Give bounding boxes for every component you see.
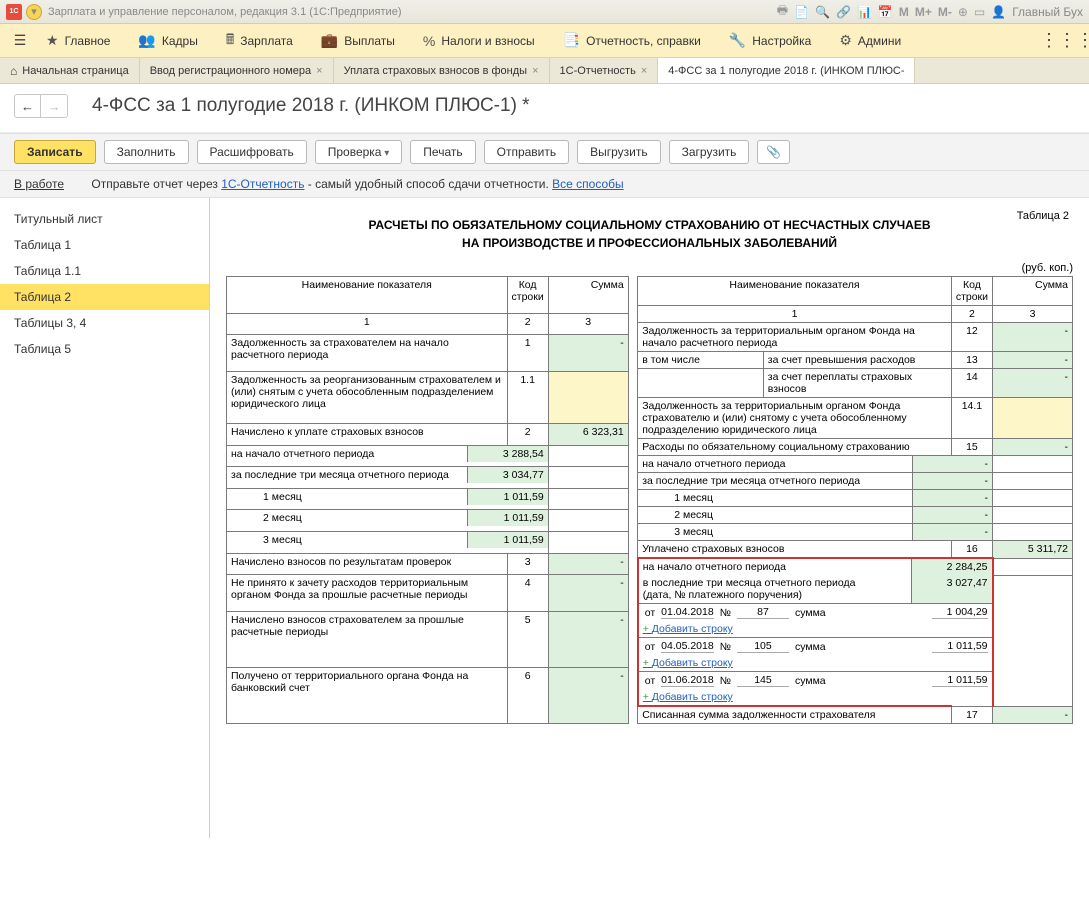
send-button[interactable]: Отправить [484, 140, 570, 164]
search-icon[interactable]: 🔍 [815, 5, 830, 19]
tab-regnum[interactable]: Ввод регистрационного номера× [140, 58, 334, 83]
add-row-link[interactable]: Добавить строку [643, 623, 733, 635]
zoom-icon[interactable]: ⊕ [958, 5, 968, 19]
payment-row-3[interactable]: от01.06.2018№145сумма1 011,59 [643, 674, 988, 687]
link-1c-otchet[interactable]: 1С-Отчетность [221, 177, 304, 191]
sidebar-item-title[interactable]: Титульный лист [0, 206, 209, 232]
check-button[interactable]: Проверка [315, 140, 403, 164]
report-icon: 📑 [563, 32, 580, 49]
tab-4fss[interactable]: 4-ФСС за 1 полугодие 2018 г. (ИНКОМ ПЛЮС… [658, 58, 915, 83]
status-bar: В работе Отправьте отчет через 1С-Отчетн… [0, 171, 1089, 198]
wallet-icon: 💼 [321, 32, 338, 49]
tab-uplata[interactable]: Уплата страховых взносов в фонды× [334, 58, 550, 83]
sidebar-item-t34[interactable]: Таблицы 3, 4 [0, 310, 209, 336]
calendar-icon[interactable]: 📅 [878, 5, 893, 19]
hamburger-icon[interactable]: ☰ [8, 32, 32, 49]
add-row-link[interactable]: Добавить строку [643, 691, 733, 703]
status-label[interactable]: В работе [14, 177, 64, 191]
gear-icon: ⚙ [839, 32, 852, 49]
user-name[interactable]: Главный Бух [1012, 5, 1083, 19]
table-label: Таблица 2 [1017, 210, 1069, 222]
title-bar: 1C ▾ Зарплата и управление персоналом, р… [0, 0, 1089, 24]
percent-icon: % [423, 33, 435, 49]
sidebar-item-t2[interactable]: Таблица 2 [0, 284, 209, 310]
calc-icon[interactable]: 📊 [857, 5, 872, 19]
m-icon[interactable]: M [899, 5, 909, 19]
menu-zarplata[interactable]: 🖩Зарплата [212, 29, 307, 53]
apps-icon[interactable]: ⋮⋮⋮ [1053, 27, 1081, 55]
report-body: Таблица 2 РАСЧЕТЫ ПО ОБЯЗАТЕЛЬНОМУ СОЦИА… [210, 198, 1089, 838]
m-minus-icon[interactable]: M- [938, 5, 952, 19]
star-icon: ★ [46, 32, 59, 49]
home-icon: ⌂ [10, 64, 17, 78]
content: Титульный лист Таблица 1 Таблица 1.1 Таб… [0, 198, 1089, 838]
back-button[interactable]: ← [15, 95, 41, 117]
close-icon[interactable]: × [316, 65, 322, 77]
left-table: Наименование показателяКод строкиСумма 1… [226, 276, 629, 724]
menu-kadry[interactable]: 👥Кадры [124, 32, 211, 49]
forward-button[interactable]: → [41, 95, 67, 117]
import-button[interactable]: Загрузить [669, 140, 750, 164]
menu-vyplaty[interactable]: 💼Выплаты [307, 32, 409, 49]
m-plus-icon[interactable]: M+ [915, 5, 932, 19]
close-icon[interactable]: × [532, 65, 538, 77]
decode-button[interactable]: Расшифровать [197, 140, 307, 164]
print-icon[interactable]: 🖶 [777, 1, 788, 22]
doc-icon[interactable]: 📄 [794, 5, 809, 19]
sidebar-item-t1[interactable]: Таблица 1 [0, 232, 209, 258]
user-icon[interactable]: 👤 [991, 5, 1006, 19]
report-sidebar: Титульный лист Таблица 1 Таблица 1.1 Таб… [0, 198, 210, 838]
menu-main[interactable]: ★Главное [32, 32, 124, 49]
nav-arrows: ← → [14, 94, 68, 118]
right-table: Наименование показателяКод строкиСумма 1… [637, 276, 1073, 724]
main-menu: ☰ ★Главное 👥Кадры 🖩Зарплата 💼Выплаты %На… [0, 24, 1089, 58]
sidebar-item-t11[interactable]: Таблица 1.1 [0, 258, 209, 284]
link-all-ways[interactable]: Все способы [552, 177, 624, 191]
calc-icon: 🖩 [226, 29, 234, 53]
menu-otchet[interactable]: 📑Отчетность, справки [549, 32, 715, 49]
attach-button[interactable]: 📎 [757, 140, 790, 164]
add-row-link[interactable]: Добавить строку [643, 657, 733, 669]
tab-1c-otchet[interactable]: 1С-Отчетность× [550, 58, 659, 83]
report-title: РАСЧЕТЫ ПО ОБЯЗАТЕЛЬНОМУ СОЦИАЛЬНОМУ СТР… [226, 216, 1073, 252]
tab-home[interactable]: ⌂Начальная страница [0, 58, 140, 83]
tabs-bar: ⌂Начальная страница Ввод регистрационног… [0, 58, 1089, 84]
print-button[interactable]: Печать [410, 140, 475, 164]
menu-nalogi[interactable]: %Налоги и взносы [409, 33, 549, 49]
panel-icon[interactable]: ▭ [974, 5, 985, 19]
wrench-icon: 🔧 [729, 32, 746, 49]
dropdown-icon[interactable]: ▾ [26, 4, 42, 20]
link-icon[interactable]: 🔗 [836, 5, 851, 19]
write-button[interactable]: Записать [14, 140, 96, 164]
payment-row-1[interactable]: от01.04.2018№87сумма1 004,29 [643, 606, 988, 619]
page-title: 4-ФСС за 1 полугодие 2018 г. (ИНКОМ ПЛЮС… [92, 95, 530, 117]
status-text: Отправьте отчет через 1С-Отчетность - са… [91, 177, 623, 191]
close-icon[interactable]: × [641, 65, 647, 77]
app-title: Зарплата и управление персоналом, редакц… [48, 6, 401, 18]
command-bar: Записать Заполнить Расшифровать Проверка… [0, 133, 1089, 171]
page-header: ← → 4-ФСС за 1 полугодие 2018 г. (ИНКОМ … [0, 84, 1089, 133]
people-icon: 👥 [138, 32, 155, 49]
fill-button[interactable]: Заполнить [104, 140, 189, 164]
payment-row-2[interactable]: от04.05.2018№105сумма1 011,59 [643, 640, 988, 653]
menu-settings[interactable]: 🔧Настройка [715, 32, 826, 49]
titlebar-tools: 🖶 📄 🔍 🔗 📊 📅 M M+ M- ⊕ ▭ 👤 Главный Бух [777, 1, 1083, 22]
unit-label: (руб. коп.) [226, 262, 1073, 274]
menu-admin[interactable]: ⚙Админи [825, 32, 915, 49]
app-logo-icon: 1C [6, 4, 22, 20]
sidebar-item-t5[interactable]: Таблица 5 [0, 336, 209, 362]
export-button[interactable]: Выгрузить [577, 140, 661, 164]
